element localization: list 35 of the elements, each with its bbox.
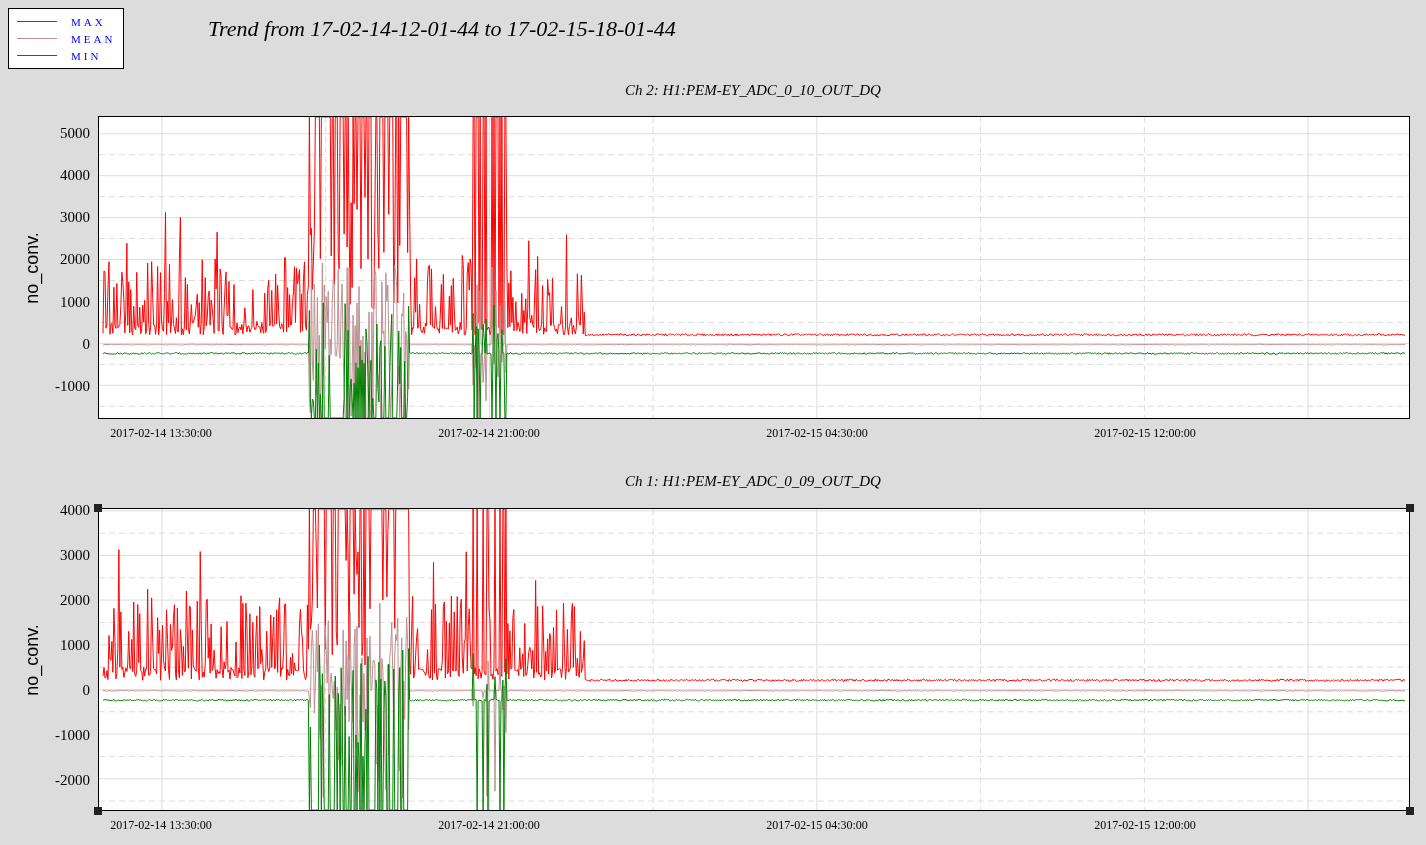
x-tick-label: 2017-02-14 21:00:00 — [438, 426, 540, 441]
x-tick-label: 2017-02-14 13:30:00 — [110, 426, 212, 441]
x-tick-label: 2017-02-14 21:00:00 — [438, 818, 540, 833]
resize-handle[interactable] — [94, 504, 102, 512]
resize-handle[interactable] — [94, 807, 102, 815]
legend-label: MEAN — [71, 31, 116, 46]
y-tick-label: 3000 — [60, 546, 90, 563]
y-tick-label: 2000 — [60, 251, 90, 268]
y-tick-label: 4000 — [60, 501, 90, 518]
y-tick-label: 0 — [82, 335, 90, 352]
x-tick-label: 2017-02-15 12:00:00 — [1094, 818, 1196, 833]
y-tick-label: 3000 — [60, 209, 90, 226]
legend-label: MIN — [71, 48, 102, 63]
y-tick-label: -2000 — [55, 771, 90, 788]
resize-handle[interactable] — [1406, 807, 1414, 815]
x-tick-label: 2017-02-15 12:00:00 — [1094, 426, 1196, 441]
y-axis-label: no_conv. — [21, 231, 43, 304]
x-tick-label: 2017-02-15 04:30:00 — [766, 818, 868, 833]
channel-title: Ch 1: H1:PEM-EY_ADC_0_09_OUT_DQ — [625, 472, 881, 490]
plot-area[interactable] — [98, 116, 1410, 419]
y-tick-label: 4000 — [60, 167, 90, 184]
channel-title: Ch 2: H1:PEM-EY_ADC_0_10_OUT_DQ — [625, 81, 881, 99]
y-tick-label: 1000 — [60, 636, 90, 653]
y-tick-label: 1000 — [60, 293, 90, 310]
y-tick-label: -1000 — [55, 726, 90, 743]
resize-handle[interactable] — [1406, 504, 1414, 512]
trend-title: Trend from 17-02-14-12-01-44 to 17-02-15-18-01-44 — [208, 16, 676, 42]
y-tick-label: 0 — [82, 681, 90, 698]
x-tick-label: 2017-02-15 04:30:00 — [766, 426, 868, 441]
y-axis-label: no_conv. — [21, 623, 43, 696]
y-tick-label: 2000 — [60, 591, 90, 608]
y-tick-label: 5000 — [60, 124, 90, 141]
y-tick-label: -1000 — [55, 378, 90, 395]
legend-label: MAX — [71, 14, 106, 29]
x-tick-label: 2017-02-14 13:30:00 — [110, 818, 212, 833]
